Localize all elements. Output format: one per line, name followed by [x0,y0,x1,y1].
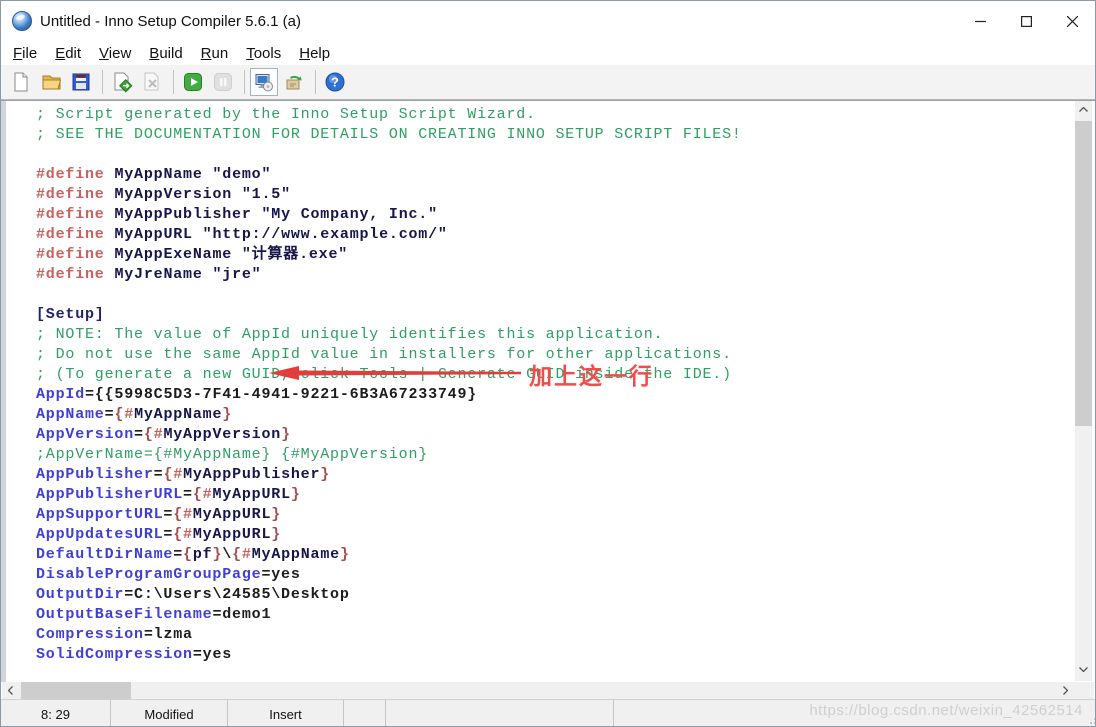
code-line: ; Script generated by the Inno Setup Scr… [36,106,536,123]
status-filler [614,700,1095,726]
close-button[interactable] [1049,1,1095,41]
uninstall-icon [286,75,302,90]
toolbar: ? [1,65,1095,100]
code-line: #define MyAppExeName "计算器.exe" [36,246,349,263]
status-segment-modified: Modified [111,700,228,726]
menu-help[interactable]: Help [290,43,339,64]
status-segment-4 [386,700,614,726]
code-line: ; NOTE: The value of AppId uniquely iden… [36,326,664,343]
compile-icon [114,72,133,93]
code-line: ;AppVerName={#MyAppName} {#MyAppVersion} [36,446,429,463]
toolbar-separator [173,70,174,94]
pause-icon [214,73,232,91]
code-line: Compression=lzma [36,626,193,643]
code-line: AppSupportURL={#MyAppURL} [36,506,282,523]
run-play-icon [184,73,202,91]
horizontal-scroll-thumb[interactable] [21,682,131,699]
app-window: Untitled - Inno Setup Compiler 5.6.1 (a)… [0,0,1096,727]
status-segment-insert: Insert [228,700,344,726]
code-line: AppId={{5998C5D3-7F41-4941-9221-6B3A6723… [36,386,478,403]
menu-run[interactable]: Run [192,43,238,64]
horizontal-scrollbar[interactable] [2,682,1074,699]
code-line: OutputDir=C:\Users\24585\Desktop [36,586,350,603]
menu-bar: File Edit View Build Run Tools Help [1,41,1095,65]
code-line: #define MyAppVersion "1.5" [36,186,291,203]
code-line: AppPublisher={#MyAppPublisher} [36,466,331,483]
menu-view[interactable]: View [90,43,140,64]
open-script-button[interactable] [37,68,65,96]
new-script-button[interactable] [7,68,35,96]
title-bar: Untitled - Inno Setup Compiler 5.6.1 (a) [1,1,1095,41]
code-line: #define MyAppPublisher "My Company, Inc.… [36,206,438,223]
code-line: AppPublisherURL={#MyAppURL} [36,486,301,503]
menu-file[interactable]: File [4,43,46,64]
stop-compile-icon [144,72,159,91]
vertical-scroll-thumb[interactable] [1075,121,1092,426]
target-setup-button[interactable] [250,68,278,96]
help-button[interactable]: ? [321,68,349,96]
new-document-icon [14,72,28,92]
code-line: AppUpdatesURL={#MyAppURL} [36,526,282,543]
code-line: OutputBaseFilename=demo1 [36,606,272,623]
status-segment-8-29: 8: 29 [1,700,111,726]
minimize-button[interactable] [957,1,1003,41]
scroll-down-arrow-icon[interactable] [1075,661,1092,678]
status-bar: 8: 29 Modified Insert [1,699,1095,726]
inno-setup-logo-icon [12,11,32,31]
toolbar-separator [102,70,103,94]
status-segment-3 [344,700,386,726]
run-button[interactable] [179,68,207,96]
code-line: AppName={#MyAppName} [36,406,233,423]
menu-tools[interactable]: Tools [237,43,290,64]
code-line: #define MyAppURL "http://www.example.com… [36,226,448,243]
toolbar-separator [244,70,245,94]
menu-edit[interactable]: Edit [46,43,90,64]
save-script-button[interactable] [67,68,95,96]
window-title: Untitled - Inno Setup Compiler 5.6.1 (a) [40,12,301,30]
code-line: ; (To generate a new GUID, click Tools |… [36,366,732,383]
code-line: [Setup] [36,306,105,323]
vertical-scrollbar[interactable] [1075,101,1092,681]
svg-text:?: ? [331,75,339,90]
menu-build[interactable]: Build [140,43,191,64]
minimize-icon [974,20,986,22]
compile-button[interactable] [108,68,136,96]
help-icon: ? [325,72,345,92]
code-line: #define MyJreName "jre" [36,266,262,283]
code-line: DefaultDirName={pf}\{#MyAppName} [36,546,350,563]
scrollbar-corner [1072,682,1094,699]
code-area[interactable]: ; Script generated by the Inno Setup Scr… [1,101,1075,682]
window-controls [957,1,1095,41]
toolbar-separator [315,70,316,94]
stop-compile-button [138,68,166,96]
save-floppy-icon [72,73,90,91]
pause-button [209,68,237,96]
code-line: #define MyAppName "demo" [36,166,272,183]
script-editor: ; Script generated by the Inno Setup Scr… [1,100,1095,682]
close-icon [1066,15,1078,27]
target-uninstall-button[interactable] [280,68,308,96]
open-folder-icon [42,75,62,90]
code-line: ; Do not use the same AppId value in ins… [36,346,732,363]
code-line: DisableProgramGroupPage=yes [36,566,301,583]
maximize-icon [1020,15,1032,27]
scroll-left-arrow-icon[interactable] [2,682,19,699]
code-line: SolidCompression=yes [36,646,233,663]
scroll-up-arrow-icon[interactable] [1075,101,1092,118]
setup-exe-icon [255,74,273,92]
code-line: ; SEE THE DOCUMENTATION FOR DETAILS ON C… [36,126,742,143]
maximize-button[interactable] [1003,1,1049,41]
code-line: AppVersion={#MyAppVersion} [36,426,291,443]
